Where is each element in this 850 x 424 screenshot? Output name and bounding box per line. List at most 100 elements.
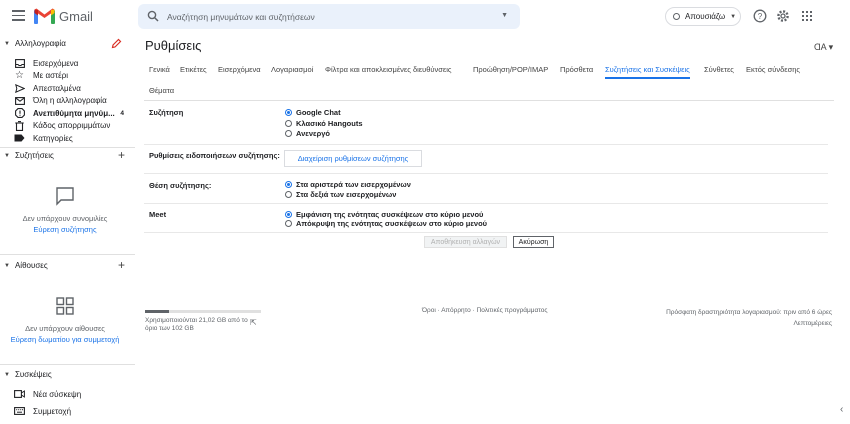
mail-section-header[interactable]: ▼ Αλληλογραφία xyxy=(4,39,66,48)
tabs-divider xyxy=(144,100,834,101)
video-camera-icon xyxy=(14,389,25,399)
sidebar-item-new-meeting[interactable]: Νέα σύσκεψη xyxy=(14,388,126,400)
tab-advanced[interactable]: Σύνθετες xyxy=(704,65,734,77)
tab-filters[interactable]: Φίλτρα και αποκλεισμένες διευθύνσεις xyxy=(325,65,452,77)
send-icon xyxy=(14,83,25,93)
cancel-button[interactable]: Ακύρωση xyxy=(513,236,554,248)
radio-label: Google Chat xyxy=(296,108,341,117)
unread-count: 4 xyxy=(120,109,124,117)
meet-section-header[interactable]: ▼ Συσκέψεις xyxy=(4,370,52,379)
save-changes-button[interactable]: Αποθήκευση αλλαγών xyxy=(424,236,507,248)
apps-grid-icon[interactable] xyxy=(800,9,814,23)
tab-labels[interactable]: Ετικέτες xyxy=(180,65,207,77)
activity-details-link[interactable]: Λεπτομέρειες xyxy=(656,318,832,329)
svg-text:?: ? xyxy=(758,12,763,21)
footer-links: Όροι · Απόρρητο · Πολιτικές προγράμματος xyxy=(422,307,548,314)
sidebar-item-categories[interactable]: Κατηγορίες xyxy=(14,132,126,144)
sidebar: ▼ Αλληλογραφία Εισερχόμενα ☆ Με αστέρι Α… xyxy=(0,34,135,424)
inbox-icon xyxy=(14,58,25,68)
find-chat-link[interactable]: Εύρεση συζήτησης xyxy=(0,225,130,234)
terms-link[interactable]: Όροι xyxy=(422,307,436,314)
search-icon[interactable] xyxy=(147,10,159,22)
collapse-triangle-icon: ▼ xyxy=(4,152,10,159)
sidebar-item-label: Συμμετοχή xyxy=(33,406,72,416)
radio-unselected-icon xyxy=(285,130,292,137)
open-storage-external-icon[interactable]: ⇱ xyxy=(250,318,257,327)
radio-google-chat[interactable]: Google Chat xyxy=(285,108,341,117)
sidebar-item-inbox[interactable]: Εισερχόμενα xyxy=(14,57,126,69)
tab-inbox[interactable]: Εισερχόμενα xyxy=(218,65,261,77)
radio-show-meet[interactable]: Εμφάνιση της ενότητας συσκέψεων στο κύρι… xyxy=(285,210,483,219)
gmail-m-icon xyxy=(34,8,55,24)
radio-classic-hangouts[interactable]: Κλασικό Hangouts xyxy=(285,119,363,128)
search-input[interactable]: Αναζήτηση μηνυμάτων και συζητήσεων xyxy=(167,12,315,22)
sidebar-item-all-mail[interactable]: Όλη η αλληλογραφία xyxy=(14,95,126,107)
radio-unselected-icon xyxy=(285,220,292,227)
sidebar-item-sent[interactable]: Απεσταλμένα xyxy=(14,82,126,94)
sidebar-divider xyxy=(0,254,135,255)
last-activity-text: Πρόσφατη δραστηριότητα λογαριασμού: πριν… xyxy=(666,309,832,316)
radio-chat-left[interactable]: Στα αριστερά των εισερχομένων xyxy=(285,180,411,189)
radio-unselected-icon xyxy=(285,119,292,127)
radio-label: Απόκρυψη της ενότητας συσκέψεων στο κύρι… xyxy=(296,219,488,228)
tab-general[interactable]: Γενικά xyxy=(149,65,170,77)
gmail-logo[interactable]: Gmail xyxy=(34,8,93,24)
input-tools-icon[interactable]: ⱭA ▾ xyxy=(814,42,833,53)
sidebar-item-join-meeting[interactable]: Συμμετοχή xyxy=(14,405,126,417)
sidebar-item-trash[interactable]: Κάδος απορριμμάτων xyxy=(14,120,126,132)
sidebar-divider xyxy=(0,364,135,365)
keyboard-icon xyxy=(14,406,25,416)
sidebar-item-label: Απεσταλμένα xyxy=(33,83,81,93)
row-divider xyxy=(144,232,828,233)
no-chats-text: Δεν υπάρχουν συνομιλίες xyxy=(22,214,108,223)
sidebar-item-starred[interactable]: ☆ Με αστέρι xyxy=(14,70,126,82)
help-icon[interactable]: ? xyxy=(753,9,767,23)
program-policies-link[interactable]: Πολιτικές προγράμματος xyxy=(477,307,548,314)
find-room-link[interactable]: Εύρεση δωματίου για συμμετοχή xyxy=(0,335,130,344)
settings-gear-icon[interactable] xyxy=(776,9,790,23)
privacy-link[interactable]: Απόρρητο xyxy=(441,307,471,314)
side-panel-toggle-icon[interactable]: ‹ xyxy=(840,404,843,415)
sidebar-item-spam[interactable]: Ανεπιθύμητα μηνύμ... 4 xyxy=(14,107,126,119)
tab-chat-and-meet[interactable]: Συζητήσεις και Συσκέψεις xyxy=(605,65,690,79)
sidebar-item-label: Όλη η αλληλογραφία xyxy=(33,96,107,105)
label-tag-icon xyxy=(14,133,25,143)
status-selector[interactable]: Απουσιάζω ▼ xyxy=(665,7,741,26)
tab-addons[interactable]: Πρόσθετα xyxy=(560,65,593,77)
row-divider xyxy=(144,173,828,174)
radio-chat-off[interactable]: Ανενεργό xyxy=(285,129,330,138)
search-options-icon[interactable]: ▼ xyxy=(501,12,508,19)
chats-section-header[interactable]: ▼ Συζητήσεις xyxy=(4,151,54,160)
sidebar-item-label: Εισερχόμενα xyxy=(33,58,79,68)
no-rooms-text: Δεν υπάρχουν αίθουσες xyxy=(25,324,105,333)
app-name: Gmail xyxy=(59,8,93,24)
chat-setting-label: Συζήτηση xyxy=(149,108,184,117)
search-bar[interactable]: Αναζήτηση μηνυμάτων και συζητήσεων ▼ xyxy=(138,4,520,29)
tab-forwarding[interactable]: Προώθηση/POP/IMAP xyxy=(473,65,548,77)
row-divider xyxy=(144,144,828,145)
chat-notifications-label: Ρυθμίσεις ειδοποιήσεων συζήτησης: xyxy=(149,151,280,160)
radio-unselected-icon xyxy=(285,190,292,198)
account-activity: Πρόσφατη δραστηριότητα λογαριασμού: πριν… xyxy=(656,307,832,329)
compose-pencil-icon[interactable] xyxy=(111,38,122,49)
tab-offline[interactable]: Εκτός σύνδεσης xyxy=(746,65,800,77)
radio-label: Εμφάνιση της ενότητας συσκέψεων στο κύρι… xyxy=(296,210,484,219)
radio-selected-icon xyxy=(285,211,292,218)
tab-themes[interactable]: Θέματα xyxy=(149,86,174,98)
manage-chat-settings-button[interactable]: Διαχείριση ρυθμίσεων συζήτησης xyxy=(284,150,422,167)
tab-accounts[interactable]: Λογαριασμοί xyxy=(271,65,313,77)
storage-usage-text: Χρησιμοποιούνται 21,02 GB από το όριο τω… xyxy=(145,317,248,332)
radio-selected-icon xyxy=(285,109,292,116)
storage-usage-bar xyxy=(145,310,261,313)
radio-hide-meet[interactable]: Απόκρυψη της ενότητας συσκέψεων στο κύρι… xyxy=(285,219,487,228)
start-chat-plus-icon[interactable]: + xyxy=(118,148,125,162)
collapse-triangle-icon: ▼ xyxy=(4,40,10,47)
create-room-plus-icon[interactable]: + xyxy=(118,258,125,272)
meet-section-label: Συσκέψεις xyxy=(14,370,52,379)
main-menu-icon[interactable] xyxy=(12,10,25,22)
sidebar-item-label: Ανεπιθύμητα μηνύμ... xyxy=(33,108,115,118)
rooms-section-label: Αίθουσες xyxy=(14,261,48,270)
radio-chat-right[interactable]: Στα δεξιά των εισερχομένων xyxy=(285,190,396,199)
rooms-section-header[interactable]: ▼ Αίθουσες xyxy=(4,261,48,270)
rooms-grid-icon xyxy=(56,297,74,315)
